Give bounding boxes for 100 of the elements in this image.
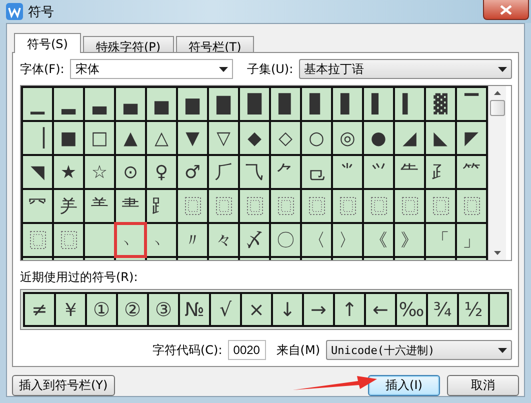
symbol-cell[interactable]: ⺳ (23, 190, 52, 222)
recent-symbol-cell[interactable]: ¾ (428, 294, 457, 325)
symbol-cell[interactable]: ◇ (271, 122, 300, 154)
symbol-cell[interactable]: ▕ (23, 122, 52, 154)
symbol-cell[interactable]: 」 (457, 224, 486, 256)
symbol-cell[interactable] (333, 190, 362, 222)
tab[interactable]: 符号栏(T) (176, 36, 254, 52)
recent-symbol-cell[interactable]: № (180, 294, 209, 325)
dialog-button[interactable]: 取消 (447, 375, 519, 396)
recent-symbol-cell[interactable]: √ (211, 294, 240, 325)
symbol-cell[interactable]: ◤ (457, 122, 486, 154)
symbol-cell[interactable]: ⻊ (147, 190, 176, 222)
tab[interactable]: 特殊字符(P) (82, 36, 174, 52)
symbol-cell[interactable]: ⺪ (426, 156, 455, 188)
scroll-thumb[interactable] (490, 100, 505, 116)
symbol-cell[interactable]: ▃ (85, 88, 114, 120)
recent-symbol-cell[interactable]: ↑ (335, 294, 364, 325)
recent-symbol-cell[interactable]: ≠ (25, 294, 54, 325)
recent-symbol-cell[interactable]: ↓ (273, 294, 302, 325)
symbol-cell[interactable]: ⺈ (271, 156, 300, 188)
symbol-cell[interactable]: ◢ (395, 122, 424, 154)
symbol-cell[interactable] (457, 190, 486, 222)
scrollbar[interactable] (488, 86, 506, 260)
recent-symbol-cell[interactable]: × (242, 294, 271, 325)
symbol-cell[interactable] (426, 190, 455, 222)
symbol-cell[interactable] (209, 190, 238, 222)
empty-symbol-cell[interactable] (85, 224, 114, 256)
symbol-cell[interactable]: ▄ (116, 88, 145, 120)
symbol-cell[interactable]: 〇 (271, 224, 300, 256)
symbol-cell[interactable]: ⺁ (209, 156, 238, 188)
dialog-button[interactable]: 插入(I) (368, 375, 440, 396)
symbol-cell[interactable]: ﹆ (147, 224, 176, 256)
recent-symbol-cell[interactable]: ½ (459, 294, 488, 325)
symbol-cell[interactable]: ▇ (209, 88, 238, 120)
symbol-cell[interactable]: ⺶ (54, 190, 83, 222)
symbol-cell[interactable]: 》 (395, 224, 424, 256)
symbol-cell[interactable]: ☆ (85, 156, 114, 188)
symbol-cell[interactable]: ⺌ (333, 156, 362, 188)
symbol-cell[interactable]: △ (147, 122, 176, 154)
symbol-cell[interactable]: ⺋ (302, 156, 331, 188)
subset-dropdown[interactable]: 基本拉丁语 (299, 59, 512, 79)
tab[interactable]: 符号(S) (14, 33, 81, 53)
symbol-cell[interactable]: 《 (364, 224, 393, 256)
symbol-cell[interactable]: ♀ (147, 156, 176, 188)
recent-symbol-cell[interactable]: ‰ (397, 294, 426, 325)
symbol-cell[interactable]: ▼ (178, 122, 207, 154)
font-dropdown[interactable]: 宋体 (70, 59, 233, 79)
symbol-cell[interactable]: 〆 (240, 224, 269, 256)
symbol-cell[interactable] (364, 190, 393, 222)
symbol-cell[interactable] (302, 190, 331, 222)
symbol-cell[interactable]: ● (364, 122, 393, 154)
symbol-cell[interactable]: 々 (209, 224, 238, 256)
symbol-cell[interactable]: ▂ (54, 88, 83, 120)
symbol-cell[interactable]: ▍ (395, 88, 424, 120)
close-button[interactable] (483, 0, 529, 20)
recent-symbol-cell[interactable]: ￥ (56, 294, 85, 325)
symbol-cell[interactable]: ▲ (116, 122, 145, 154)
symbol-cell[interactable]: ▆ (178, 88, 207, 120)
symbol-cell[interactable]: █ (240, 88, 269, 120)
symbol-cell[interactable]: ⺍ (364, 156, 393, 188)
recent-symbol-cell[interactable]: ← (366, 294, 395, 325)
symbol-cell[interactable]: ■ (54, 122, 83, 154)
symbol-cell[interactable]: ⺷ (85, 190, 114, 222)
symbol-cell[interactable]: ◎ (333, 122, 362, 154)
char-code-field[interactable]: 0020 (228, 340, 266, 360)
symbol-cell[interactable] (271, 190, 300, 222)
symbol-cell[interactable]: ▁ (23, 88, 52, 120)
symbol-cell[interactable]: 「 (426, 224, 455, 256)
symbol-cell[interactable]: 〈 (302, 224, 331, 256)
from-dropdown[interactable]: Unicode(十六进制) (326, 340, 512, 360)
symbol-cell[interactable]: ⺮ (457, 156, 486, 188)
symbol-cell[interactable]: 〉 (333, 224, 362, 256)
symbol-cell[interactable]: ★ (54, 156, 83, 188)
recent-symbol-cell[interactable]: ③ (149, 294, 178, 325)
symbol-cell[interactable] (54, 224, 83, 256)
symbol-cell[interactable]: □ (85, 122, 114, 154)
symbol-cell[interactable]: ◥ (23, 156, 52, 188)
symbol-cell[interactable] (23, 224, 52, 256)
symbol-cell[interactable] (240, 190, 269, 222)
symbol-cell[interactable]: ▊ (302, 88, 331, 120)
symbol-cell[interactable]: 〃 (178, 224, 207, 256)
symbol-cell[interactable] (178, 190, 207, 222)
recent-symbol-cell[interactable]: ② (118, 294, 147, 325)
symbol-cell[interactable]: ﹅ (116, 224, 145, 256)
symbol-cell[interactable]: ▋ (333, 88, 362, 120)
symbol-cell[interactable]: ▅ (147, 88, 176, 120)
symbol-cell[interactable] (395, 190, 424, 222)
symbol-cell[interactable]: ○ (302, 122, 331, 154)
symbol-cell[interactable]: ◆ (240, 122, 269, 154)
symbol-cell[interactable]: ▔ (457, 88, 486, 120)
symbol-cell[interactable]: ⊙ (116, 156, 145, 188)
symbol-cell[interactable]: ⺄ (240, 156, 269, 188)
symbol-cell[interactable]: ⺧ (395, 156, 424, 188)
dialog-button[interactable]: 插入到符号栏(Y) (12, 375, 115, 396)
symbol-cell[interactable]: ▽ (209, 122, 238, 154)
empty-symbol-cell[interactable] (490, 294, 507, 325)
symbol-cell[interactable]: ▉ (271, 88, 300, 120)
symbol-cell[interactable]: ▌ (364, 88, 393, 120)
recent-symbol-cell[interactable]: ① (87, 294, 116, 325)
recent-symbol-cell[interactable]: → (304, 294, 333, 325)
